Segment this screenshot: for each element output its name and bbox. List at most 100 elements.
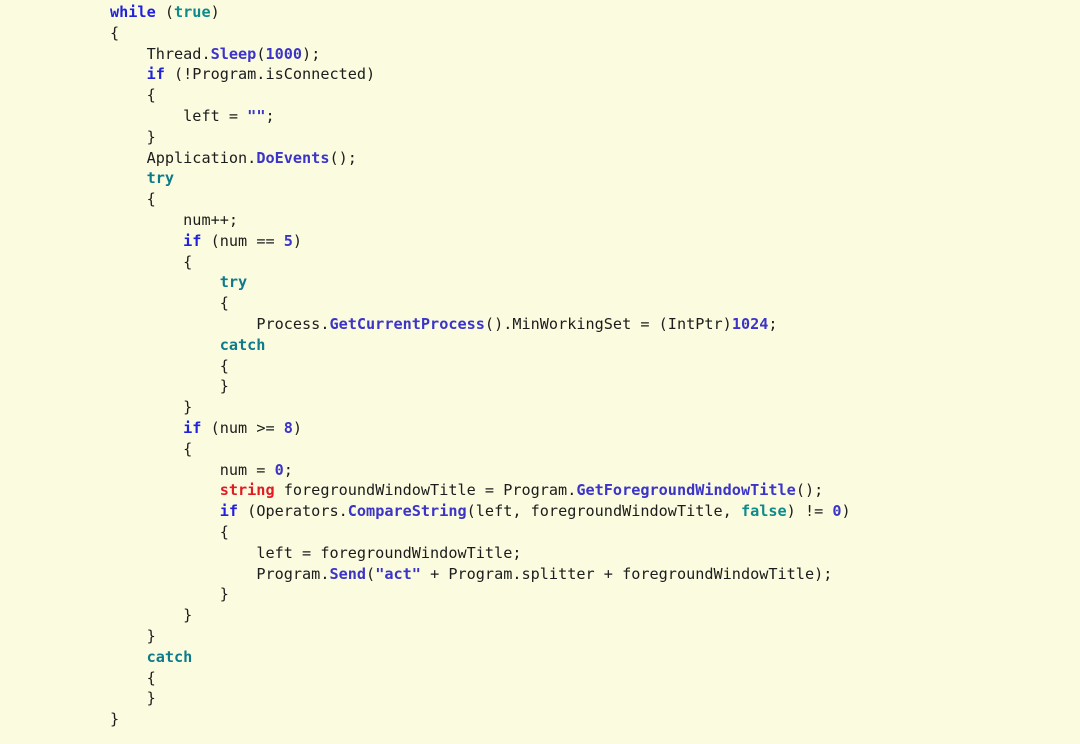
code-token-plain: (num >=	[201, 418, 284, 437]
code-token-plain: Thread.	[146, 44, 211, 63]
code-token-plain: }	[219, 585, 229, 604]
code-line: try	[0, 168, 1080, 189]
code-token-method: Sleep	[210, 44, 257, 63]
code-token-kw: while	[110, 3, 156, 21]
code-token-plain: (	[366, 564, 376, 583]
code-token-plain: )	[210, 3, 220, 21]
code-line: num = 0;	[0, 460, 1080, 481]
code-token-plain: }	[219, 377, 229, 396]
code-line: Application.DoEvents();	[0, 148, 1080, 169]
code-line: catch	[0, 647, 1080, 668]
code-token-method: CompareString	[347, 502, 467, 521]
code-token-plain: }	[183, 398, 193, 417]
code-line: left = "";	[0, 106, 1080, 127]
code-line: {	[0, 189, 1080, 210]
code-viewer-surface[interactable]: while (true){ Thread.Sleep(1000); if (!P…	[0, 0, 1080, 744]
code-token-plain: Process.	[256, 314, 330, 333]
code-line: }	[0, 584, 1080, 605]
code-token-plain: )	[292, 418, 303, 437]
code-line: {	[0, 668, 1080, 689]
code-token-plain: num++;	[183, 210, 239, 229]
code-token-lit: false	[740, 502, 787, 521]
code-token-plain: (	[155, 3, 175, 21]
code-token-kw: if	[146, 65, 165, 84]
code-token-plain: + Program.splitter + foregroundWindowTit…	[420, 564, 833, 583]
code-token-plain: Application.	[146, 148, 257, 167]
code-line: }	[0, 127, 1080, 148]
code-line: string foregroundWindowTitle = Program.G…	[0, 480, 1080, 501]
code-line: if (num >= 8)	[0, 418, 1080, 439]
code-token-num: 1024	[731, 314, 769, 333]
code-line: }	[0, 626, 1080, 647]
code-line: left = foregroundWindowTitle;	[0, 543, 1080, 564]
code-token-str: ""	[247, 106, 266, 125]
code-token-plain: {	[219, 294, 229, 313]
code-token-plain: }	[146, 127, 156, 146]
code-token-str: "act"	[375, 564, 421, 583]
code-token-plain: {	[146, 190, 156, 209]
code-token-method: GetCurrentProcess	[329, 314, 485, 333]
code-token-num: 1000	[265, 44, 303, 63]
code-line: if (num == 5)	[0, 231, 1080, 252]
code-token-plain: left = foregroundWindowTitle;	[256, 543, 522, 562]
code-line: {	[0, 356, 1080, 377]
code-line: {	[0, 439, 1080, 460]
code-token-num: 5	[283, 231, 293, 250]
code-line: }	[0, 605, 1080, 626]
code-line: try	[0, 272, 1080, 293]
code-line: if (Operators.CompareString(left, foregr…	[0, 501, 1080, 522]
code-token-plain: {	[219, 522, 229, 541]
code-line: Process.GetCurrentProcess().MinWorkingSe…	[0, 314, 1080, 335]
code-token-method: GetForegroundWindowTitle	[576, 481, 796, 500]
code-token-plain: (!Program.isConnected)	[164, 65, 376, 84]
code-token-plain: (Operators.	[238, 502, 348, 521]
code-token-plain: {	[110, 23, 120, 42]
code-token-plain: (left, foregroundWindowTitle,	[466, 502, 741, 521]
code-line: Thread.Sleep(1000);	[0, 44, 1080, 65]
code-token-kw: if	[183, 231, 202, 250]
code-line: {	[0, 252, 1080, 273]
code-token-plain: {	[146, 86, 156, 105]
code-token-kw2: try	[219, 273, 248, 292]
code-token-plain: );	[302, 44, 321, 63]
code-line: }	[0, 397, 1080, 418]
code-line: catch	[0, 335, 1080, 356]
code-token-kw2: try	[146, 169, 175, 188]
code-token-type: string	[219, 481, 275, 500]
code-line: num++;	[0, 210, 1080, 231]
code-token-kw: if	[183, 418, 202, 437]
code-token-plain: ().MinWorkingSet = (IntPtr)	[484, 314, 732, 333]
code-token-plain: }	[146, 689, 156, 708]
code-token-plain: }	[183, 606, 193, 625]
code-line: {	[0, 23, 1080, 44]
code-token-plain: num =	[219, 460, 275, 479]
code-token-plain: }	[110, 710, 120, 729]
code-line: {	[0, 85, 1080, 106]
code-token-num: 0	[832, 502, 842, 521]
code-line: while (true)	[0, 2, 1080, 23]
code-token-plain: ) !=	[786, 502, 833, 521]
code-token-plain: foregroundWindowTitle = Program.	[274, 481, 577, 500]
code-token-plain: {	[183, 252, 193, 271]
